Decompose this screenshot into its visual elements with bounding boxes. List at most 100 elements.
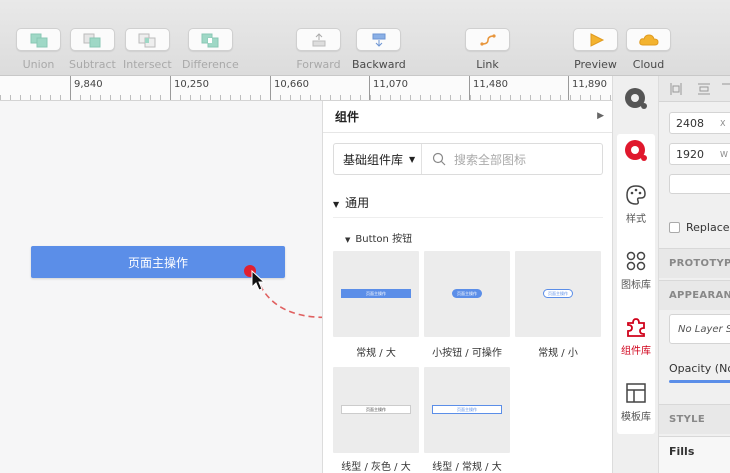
- tile-preview: 页面主操作: [543, 289, 573, 298]
- prototyping-section[interactable]: PROTOTYPING: [659, 248, 730, 278]
- cloud-icon: [638, 33, 659, 45]
- ruler-mark: 10,660: [274, 79, 309, 90]
- strip-icon-lib[interactable]: 图标库: [613, 250, 659, 291]
- component-tile[interactable]: 页面主操作: [333, 367, 419, 453]
- component-tile[interactable]: 页面主操作: [333, 251, 419, 337]
- component-tile[interactable]: 页面主操作: [515, 251, 601, 337]
- difference-button[interactable]: Difference: [182, 28, 239, 71]
- x-position-value: 2408: [676, 116, 704, 130]
- extra-field[interactable]: [669, 174, 730, 194]
- forward-button[interactable]: Forward: [296, 28, 341, 71]
- library-select-value: 基础组件库: [343, 152, 404, 167]
- library-search-row: 基础组件库 ▼ 搜索全部图标: [333, 143, 603, 175]
- subsection-button-label: Button 按钮: [355, 234, 413, 245]
- ruler-mark: 11,890: [572, 79, 607, 90]
- toolbar: Union Subtract Intersect Difference Forw…: [0, 0, 730, 76]
- plugin-logo-icon: [625, 88, 647, 109]
- subtract-button[interactable]: Subtract: [69, 28, 116, 71]
- intersect-icon: [138, 33, 156, 47]
- plugin-active-logo[interactable]: [613, 138, 659, 164]
- replace-label: Replace: [686, 221, 730, 234]
- intersect-button[interactable]: Intersect: [123, 28, 172, 71]
- align-top-icon[interactable]: [721, 82, 730, 96]
- tile-label: 线型 / 常规 / 大: [432, 462, 502, 473]
- link-button[interactable]: Link: [465, 28, 510, 71]
- intersect-label: Intersect: [123, 58, 172, 71]
- plugin-logo-button[interactable]: [613, 86, 659, 112]
- tile-label: 常规 / 大: [356, 348, 396, 359]
- strip-component-lib[interactable]: 组件库: [613, 316, 659, 357]
- ruler-mark: 11,070: [373, 79, 408, 90]
- cloud-button[interactable]: Cloud: [626, 28, 671, 71]
- opacity-slider[interactable]: [669, 380, 730, 383]
- component-tile[interactable]: 页面主操作: [424, 251, 510, 337]
- component-tile[interactable]: 页面主操作: [424, 367, 510, 453]
- style-section[interactable]: STYLE: [659, 404, 730, 434]
- backward-label: Backward: [352, 58, 406, 71]
- strip-component-lib-label: 组件库: [621, 346, 651, 357]
- cursor-arrow-icon: [251, 269, 266, 291]
- union-button[interactable]: Union: [16, 28, 61, 71]
- horizontal-ruler: 9,840 10,250 10,660 11,070 11,480 11,890: [0, 76, 612, 101]
- library-select[interactable]: 基础组件库 ▼: [334, 144, 422, 174]
- components-title: 组件: [335, 110, 360, 124]
- forward-label: Forward: [296, 58, 341, 71]
- opacity-label: Opacity (Normal): [669, 362, 730, 375]
- tile-label: 线型 / 灰色 / 大: [341, 462, 411, 473]
- forward-icon: [312, 32, 325, 46]
- palette-icon: [626, 185, 646, 205]
- search-placeholder: 搜索全部图标: [454, 152, 527, 167]
- strip-icon-lib-label: 图标库: [621, 280, 651, 291]
- replace-option[interactable]: Replace: [669, 221, 730, 234]
- tile-label: 常规 / 小: [538, 348, 578, 359]
- tile-preview: 页面主操作: [341, 289, 411, 298]
- fills-label: Fills: [669, 445, 695, 458]
- components-panel-header: 组件 ▶: [323, 101, 612, 133]
- preview-button[interactable]: Preview: [573, 28, 618, 71]
- replace-checkbox[interactable]: [669, 222, 680, 233]
- layer-style-select[interactable]: No Layer Style: [669, 314, 730, 344]
- plugin-sidebar: 样式 图标库 组件库 模板库: [612, 76, 659, 473]
- cloud-label: Cloud: [632, 58, 665, 71]
- ruler-mark: 10,250: [174, 79, 209, 90]
- section-general[interactable]: ▼ 通用: [333, 194, 369, 211]
- appearance-section[interactable]: APPEARANCE: [659, 280, 730, 310]
- distribute-icon[interactable]: [697, 82, 711, 96]
- puzzle-icon: [627, 318, 645, 337]
- strip-style[interactable]: 样式: [613, 184, 659, 225]
- subtract-icon: [83, 33, 101, 47]
- design-canvas[interactable]: 页面主操作: [0, 101, 322, 473]
- plugin-active-logo-icon: [625, 140, 647, 161]
- strip-template-lib-label: 模板库: [621, 412, 651, 423]
- strip-style-label: 样式: [626, 214, 646, 225]
- ruler-mark: 11,480: [473, 79, 508, 90]
- tile-preview: 页面主操作: [432, 405, 502, 414]
- tile-preview: 页面主操作: [341, 405, 411, 414]
- section-general-label: 通用: [345, 196, 370, 210]
- play-icon: [590, 32, 604, 47]
- drag-path: [244, 265, 322, 319]
- subtract-label: Subtract: [69, 58, 116, 71]
- align-icon[interactable]: [669, 82, 683, 96]
- backward-button[interactable]: Backward: [352, 28, 406, 71]
- tile-label: 小按钮 / 可操作: [432, 348, 502, 359]
- union-label: Union: [22, 58, 55, 71]
- strip-template-lib[interactable]: 模板库: [613, 382, 659, 423]
- w-unit: W: [720, 149, 728, 159]
- difference-label: Difference: [182, 58, 239, 71]
- ruler-mark: 9,840: [74, 79, 103, 90]
- link-label: Link: [476, 58, 499, 71]
- width-field[interactable]: 1920 W: [669, 143, 730, 165]
- x-position-field[interactable]: 2408 X: [669, 112, 730, 134]
- template-icon: [626, 383, 646, 403]
- component-search-input[interactable]: 搜索全部图标: [422, 151, 526, 168]
- difference-icon: [201, 33, 219, 47]
- components-panel: 组件 ▶ 基础组件库 ▼ 搜索全部图标 ▼ 通用 ▼ Button 按钮 页面主操作…: [322, 101, 612, 473]
- caret-down-icon: ▼: [409, 154, 416, 164]
- link-icon: [479, 33, 496, 46]
- union-icon: [30, 33, 47, 47]
- subsection-button[interactable]: ▼ Button 按钮: [345, 230, 412, 245]
- preview-label: Preview: [574, 58, 617, 71]
- x-unit: X: [720, 118, 726, 128]
- collapse-arrow-icon[interactable]: ▶: [597, 111, 604, 121]
